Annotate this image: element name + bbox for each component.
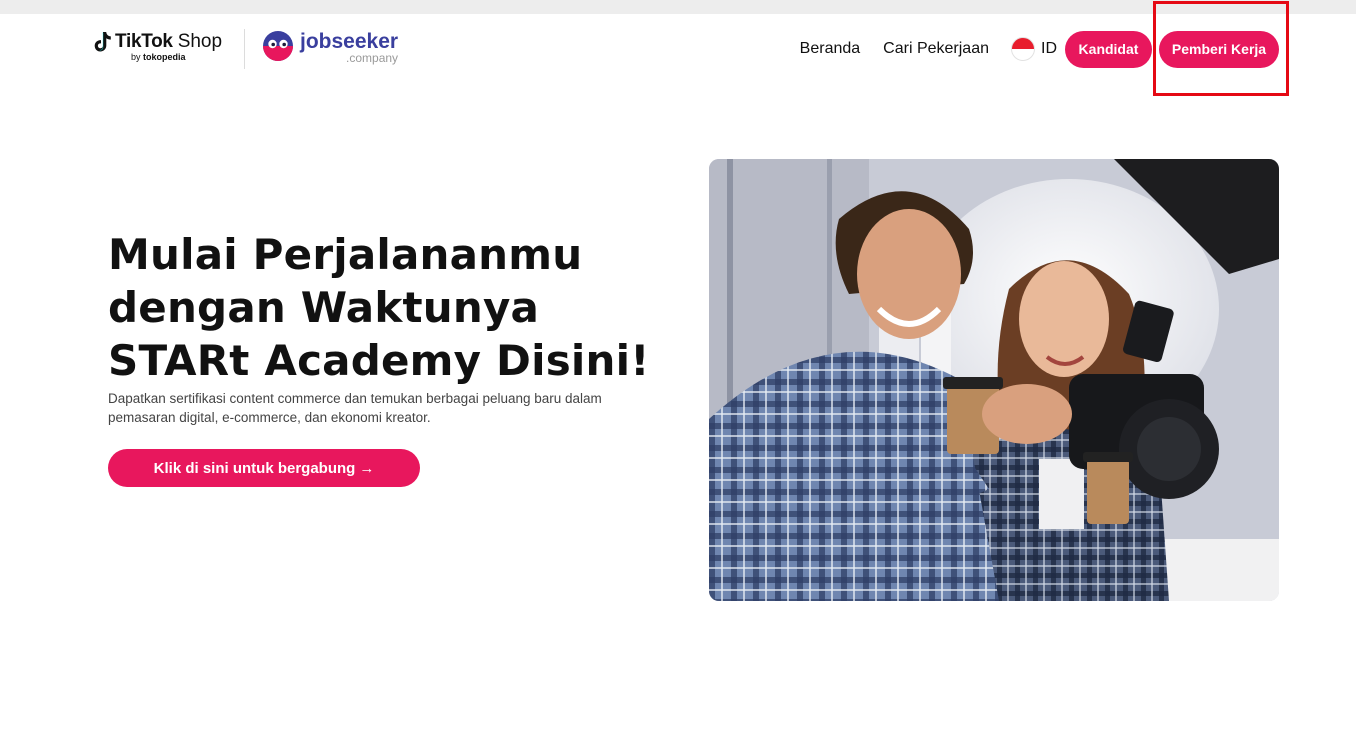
nav-beranda[interactable]: Beranda (800, 40, 861, 58)
language-code: ID (1041, 40, 1057, 57)
tokopedia-word: tokopedia (143, 52, 186, 62)
hero-title-line-2: dengan Waktunya (108, 283, 540, 332)
tiktok-shop-line: TikTok Shop (115, 31, 222, 53)
hero-description: Dapatkan sertifikasi content commerce da… (108, 391, 602, 425)
hero-title-line-3: STARt Academy Disini! (108, 336, 650, 385)
kandidat-button[interactable]: Kandidat (1065, 30, 1152, 68)
language-selector[interactable]: ID (1011, 37, 1057, 61)
hero-title-line-1: Mulai Perjalananmu (108, 230, 583, 279)
indonesia-flag-icon (1011, 37, 1035, 61)
hero-title: Mulai Perjalananmu dengan Waktunya STARt… (108, 228, 668, 387)
tiktok-word: TikTok (115, 31, 173, 52)
by-word: by (131, 52, 141, 62)
main-nav: Beranda Cari Pekerjaan ID Kandidat Pembe… (800, 30, 1279, 68)
jobseeker-face-icon (263, 31, 293, 61)
jobseeker-sub: .company (346, 51, 399, 65)
jobseeker-logo[interactable]: jobseeker .company (261, 30, 398, 65)
arrow-right-icon: → (359, 459, 375, 477)
shop-word: Shop (177, 31, 223, 52)
by-tokopedia: by tokopedia (131, 52, 222, 62)
join-button[interactable]: Klik di sini untuk bergabung → (108, 449, 420, 487)
nav-cari-pekerjaan[interactable]: Cari Pekerjaan (883, 40, 989, 58)
join-button-label: Klik di sini untuk bergabung (153, 459, 356, 477)
tiktok-shop-logo[interactable]: TikTok Shop by tokopedia (94, 31, 222, 62)
page: TikTok Shop by tokopedia jobseeker .comp… (0, 1, 1356, 745)
tiktok-shop-text: TikTok Shop by tokopedia (115, 31, 222, 62)
site-header: TikTok Shop by tokopedia jobseeker .comp… (0, 1, 1356, 96)
hero-photo (709, 159, 1279, 601)
brand-divider (244, 29, 245, 69)
jobseeker-text: jobseeker .company (300, 30, 398, 65)
tiktok-note-icon (94, 32, 111, 52)
hero-photo-illustration (709, 159, 1279, 601)
pemberi-kerja-button[interactable]: Pemberi Kerja (1159, 30, 1279, 68)
